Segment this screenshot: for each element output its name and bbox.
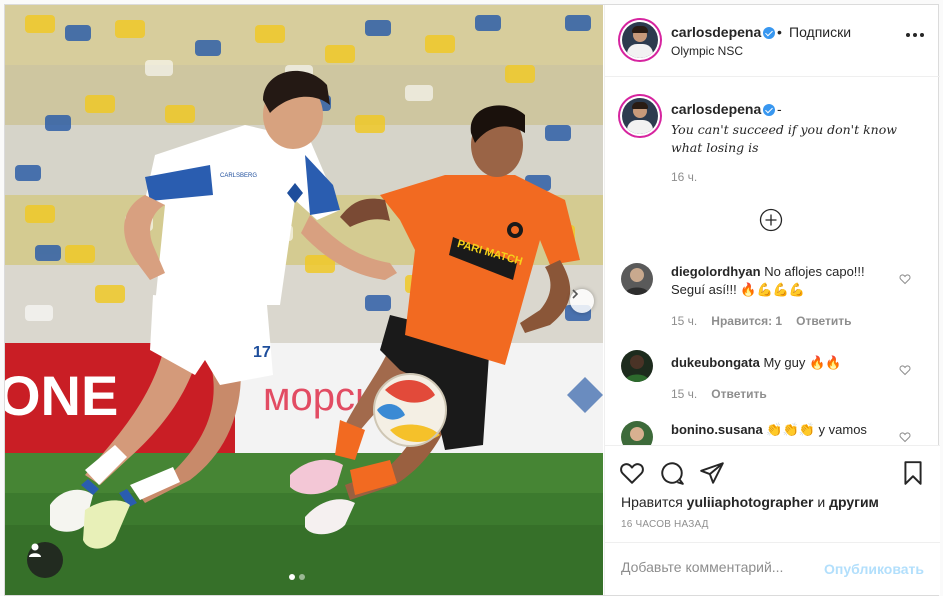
comment-body: My guy 🔥🔥 xyxy=(763,355,842,370)
caption-time[interactable]: 16 ч. xyxy=(671,170,697,184)
posted-time[interactable]: 16 часов назад xyxy=(621,519,709,530)
caption-text: You can't succeed if you don't know what… xyxy=(671,122,897,155)
comment-meta: 15 ч. Нравится: 1 Ответить xyxy=(671,314,852,328)
post-photo[interactable]: ONE морська 17 CARLSBERG PARI MATCH xyxy=(5,5,603,595)
commenter-avatar[interactable] xyxy=(621,350,653,382)
comment-username[interactable]: dukeubongata xyxy=(671,355,760,370)
next-photo-button[interactable] xyxy=(570,289,594,313)
reply-button[interactable]: Ответить xyxy=(796,314,851,328)
caption-author-avatar[interactable] xyxy=(622,98,658,134)
comment-text: diegolordhyan No aflojes capo!!! Seguí a… xyxy=(671,263,901,299)
comment-username[interactable]: bonino.susana xyxy=(671,422,763,437)
likes-prefix: Нравится xyxy=(621,494,683,510)
author-username[interactable]: carlosdepena xyxy=(671,24,761,40)
commenter-avatar[interactable] xyxy=(621,421,653,445)
verified-badge-icon xyxy=(763,104,775,116)
chevron-right-icon xyxy=(572,289,579,299)
post-sidebar: carlosdepena • Подписки Olympic NSC carl… xyxy=(604,5,940,595)
user-icon xyxy=(29,543,41,557)
comment-input[interactable] xyxy=(621,559,821,575)
liker-username[interactable]: yuliiaphotographer xyxy=(687,494,814,510)
carousel-indicator xyxy=(289,574,305,580)
comment-meta: 15 ч. Ответить xyxy=(671,387,767,401)
heart-outline-icon[interactable] xyxy=(899,273,911,285)
comment-time[interactable]: 15 ч. xyxy=(671,314,697,328)
load-more-comments-icon[interactable] xyxy=(759,208,783,232)
heart-outline-icon[interactable] xyxy=(899,364,911,376)
shorts-number: 17 xyxy=(253,344,271,361)
likes-others-link[interactable]: другим xyxy=(829,494,879,510)
comment-likes[interactable]: Нравится: 1 xyxy=(711,314,782,328)
comment-text: bonino.susana 👏👏👏 y vamos xyxy=(671,421,901,439)
verified-badge-icon xyxy=(763,27,775,39)
comment-bubble-icon[interactable] xyxy=(659,460,685,486)
caption-username[interactable]: carlosdepena xyxy=(671,101,761,117)
comment-item: bonino.susana 👏👏👏 y vamos xyxy=(605,419,940,445)
reply-button[interactable]: Ответить xyxy=(711,387,766,401)
commenter-avatar[interactable] xyxy=(621,263,653,295)
comment-time[interactable]: 15 ч. xyxy=(671,387,697,401)
publish-button[interactable]: Опубликовать xyxy=(824,561,924,577)
football-photo: ONE морська 17 CARLSBERG PARI MATCH xyxy=(5,5,603,595)
comment-text: dukeubongata My guy 🔥🔥 xyxy=(671,354,901,372)
likes-summary: Нравится yuliiaphotographer и другим xyxy=(621,494,879,510)
carousel-dot-active xyxy=(289,574,295,580)
post-location[interactable]: Olympic NSC xyxy=(671,44,743,58)
following-button[interactable]: Подписки xyxy=(789,24,851,40)
likes-connector: и xyxy=(817,494,826,510)
comment-username[interactable]: diegolordhyan xyxy=(671,264,761,279)
football xyxy=(373,373,447,447)
post-dialog: ONE морська 17 CARLSBERG PARI MATCH carl… xyxy=(4,4,940,596)
jersey-brand: CARLSBERG xyxy=(220,173,257,179)
heart-outline-icon[interactable] xyxy=(899,431,911,443)
post-actions: Нравится yuliiaphotographer и другим 16 … xyxy=(605,445,940,595)
post-header: carlosdepena • Подписки Olympic NSC xyxy=(605,5,940,77)
add-comment-form: Опубликовать xyxy=(605,542,940,596)
carousel-dot xyxy=(299,574,305,580)
tagged-users-button[interactable] xyxy=(27,542,63,578)
board-text-left: ONE xyxy=(5,364,118,427)
share-direct-icon[interactable] xyxy=(699,460,725,486)
like-heart-icon[interactable] xyxy=(619,460,645,486)
dots-icon xyxy=(906,33,910,37)
more-options-button[interactable] xyxy=(906,33,924,37)
header-separator: • xyxy=(777,24,782,40)
save-bookmark-icon[interactable] xyxy=(900,460,926,486)
author-avatar[interactable] xyxy=(622,22,658,58)
comment-body: 👏👏👏 y vamos xyxy=(766,422,867,437)
caption-dash: - xyxy=(777,101,782,117)
